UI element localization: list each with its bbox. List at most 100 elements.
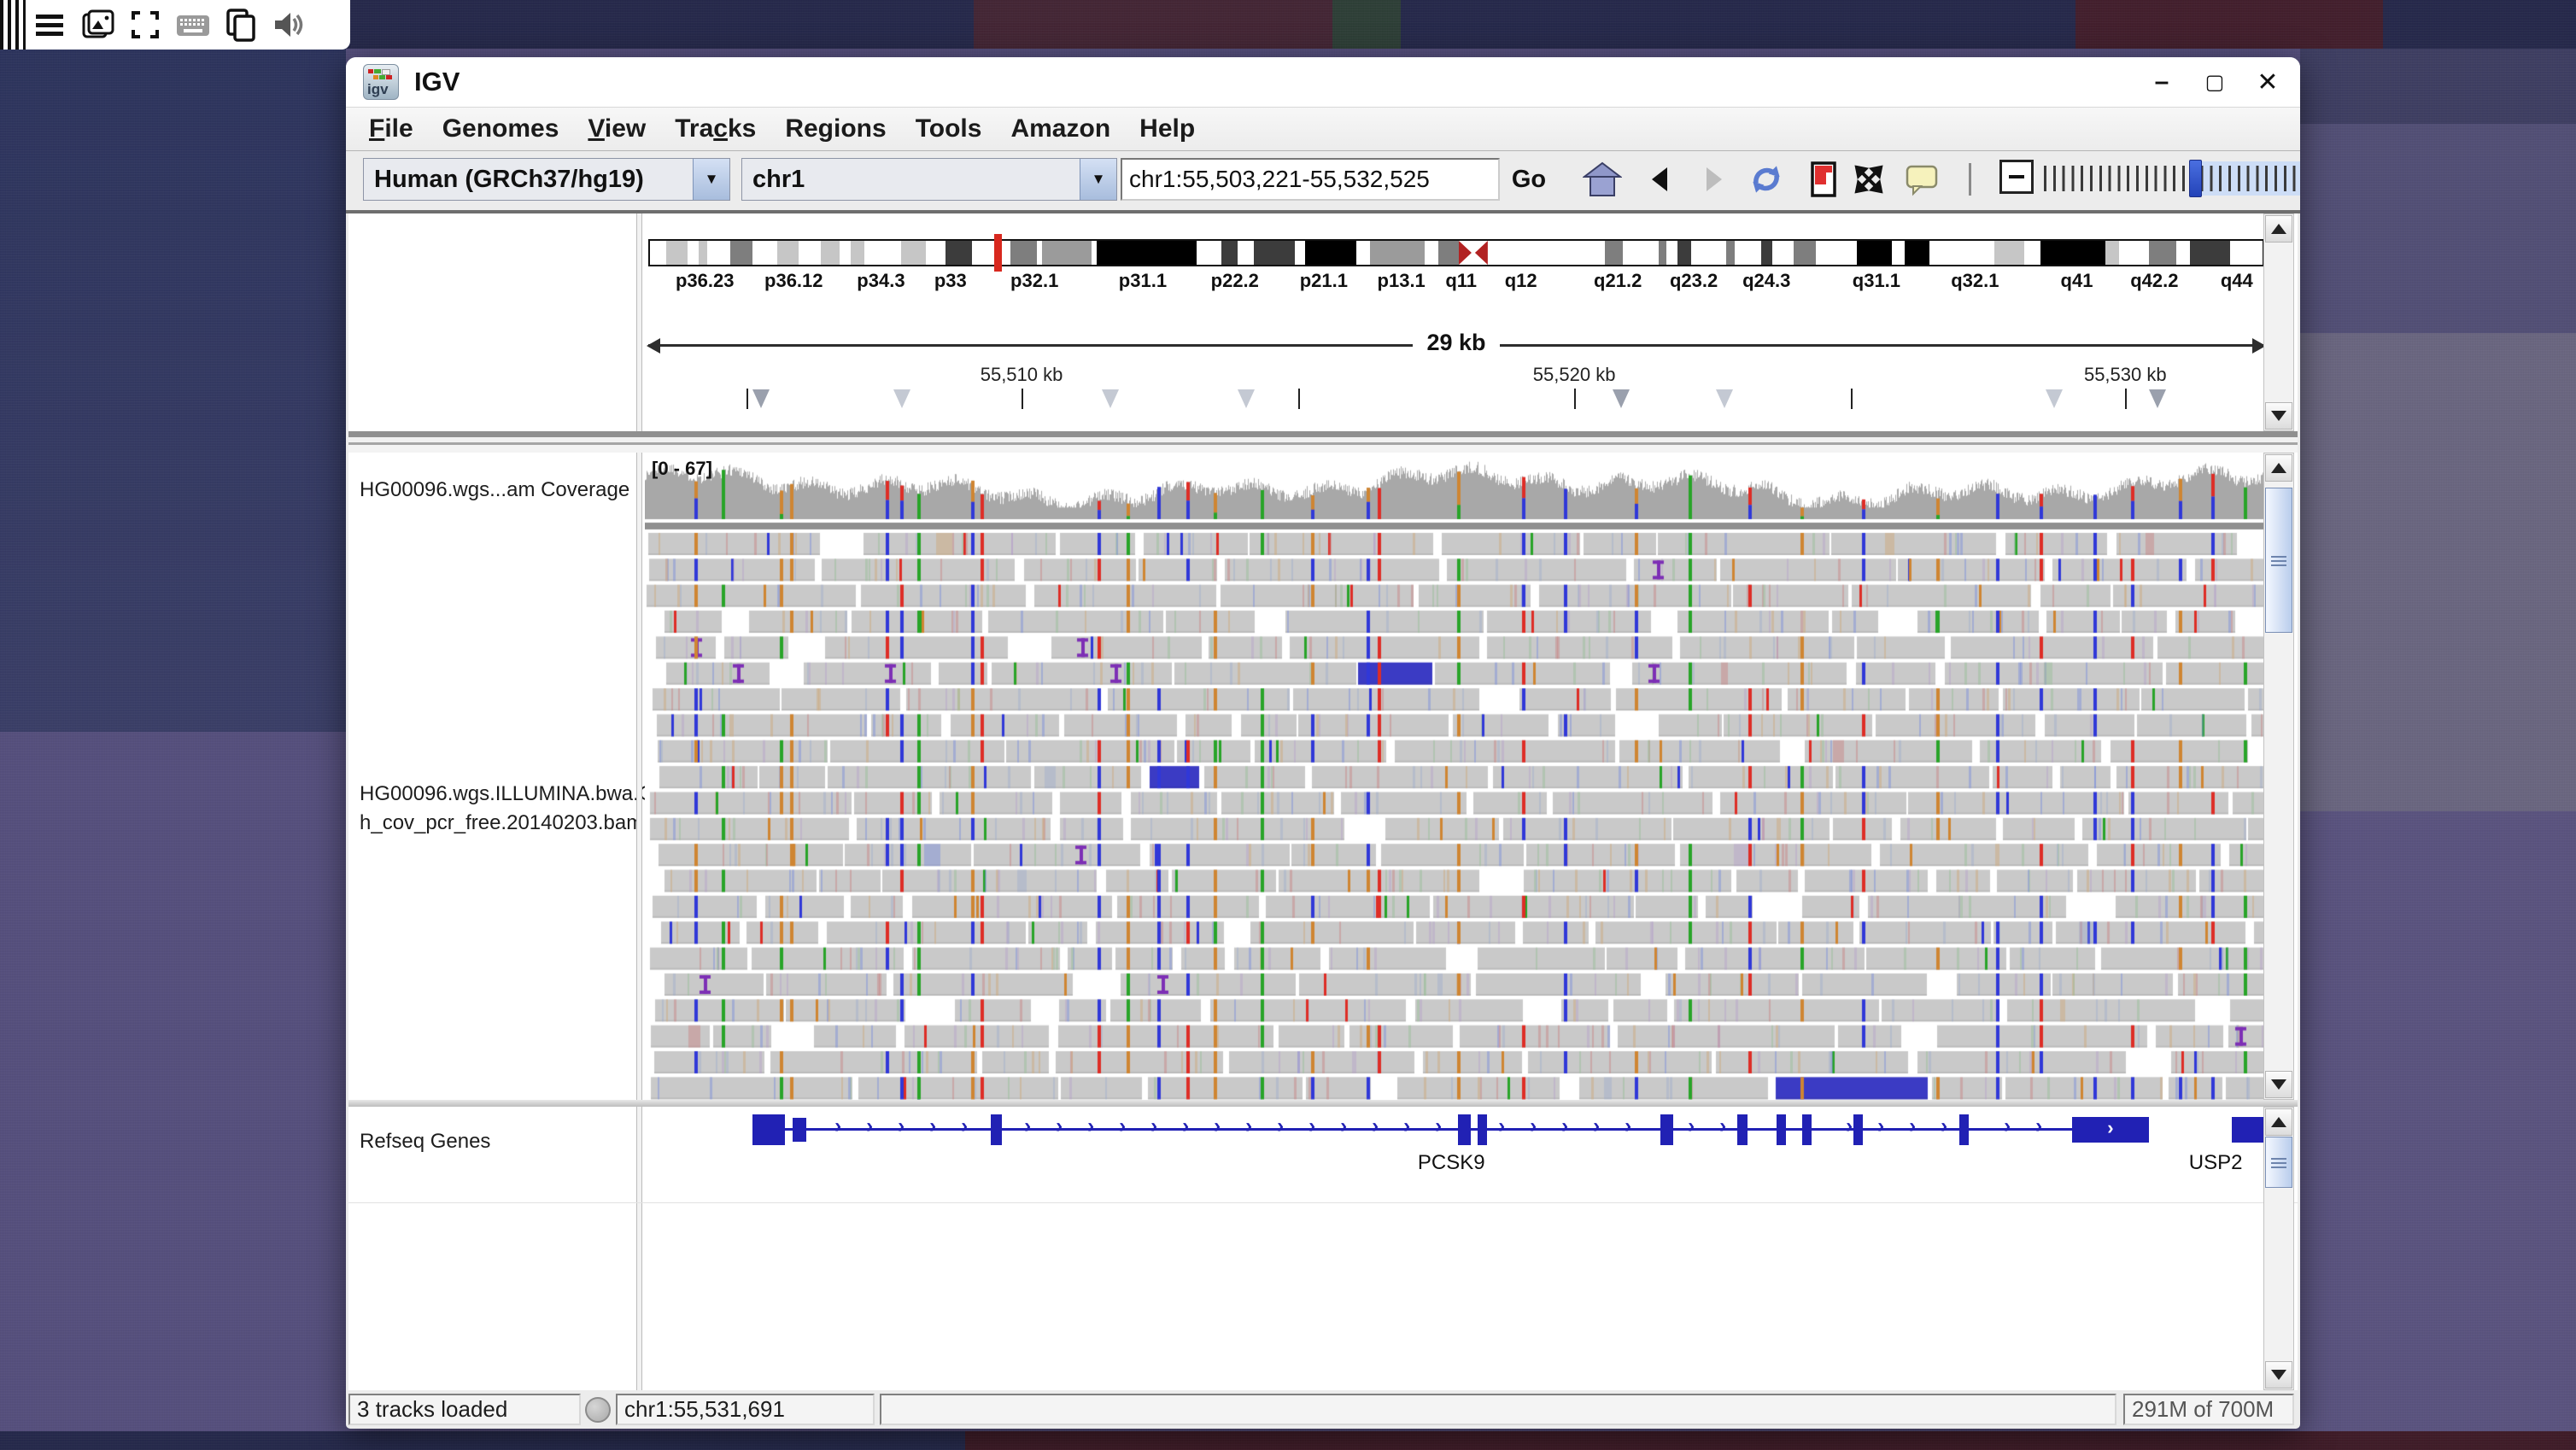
ideogram-panel: p36.23p36.12p34.3p33p32.1p31.1p22.2p21.1… bbox=[348, 213, 2298, 431]
panel-sash[interactable] bbox=[348, 431, 2298, 453]
gene-exon[interactable]: › bbox=[2072, 1117, 2149, 1143]
titlebar[interactable]: igv IGV – ▢ ✕ bbox=[346, 57, 2300, 108]
ruler-tick-label: 55,510 kb bbox=[981, 364, 1063, 386]
zoom-slider-thumb[interactable] bbox=[2189, 160, 2202, 197]
scroll-up-icon[interactable] bbox=[2265, 215, 2292, 243]
coverage-range-label: [0 - 67] bbox=[652, 458, 712, 480]
gene-exon[interactable] bbox=[1478, 1114, 1487, 1145]
alignment-data-canvas[interactable] bbox=[645, 458, 2264, 1100]
gene-exon[interactable] bbox=[1853, 1114, 1863, 1145]
zoom-out-icon[interactable] bbox=[1999, 160, 2034, 194]
gene-exon[interactable] bbox=[793, 1118, 806, 1142]
menu-item-file[interactable]: File bbox=[354, 114, 428, 143]
panel-sash[interactable] bbox=[348, 1100, 2298, 1107]
panel-divider[interactable] bbox=[636, 1107, 642, 1390]
menu-item-amazon[interactable]: Amazon bbox=[996, 114, 1125, 143]
ideogram-band bbox=[1438, 241, 1460, 265]
gene-exon[interactable] bbox=[1660, 1114, 1673, 1145]
ideogram-band bbox=[699, 241, 707, 265]
chevron-down-icon[interactable]: ▼ bbox=[1080, 159, 1116, 200]
home-icon[interactable] bbox=[1583, 160, 1622, 199]
menu-item-tracks[interactable]: Tracks bbox=[660, 114, 770, 143]
panel-divider[interactable] bbox=[636, 213, 642, 431]
fit-to-window-icon[interactable] bbox=[1849, 160, 1888, 199]
menu-item-genomes[interactable]: Genomes bbox=[428, 114, 574, 143]
strand-arrow-icon: › bbox=[2107, 1117, 2113, 1139]
keyboard-icon[interactable] bbox=[169, 6, 217, 44]
fullscreen-icon[interactable] bbox=[121, 6, 169, 44]
close-button[interactable]: ✕ bbox=[2252, 67, 2283, 97]
alignment-scrollbar[interactable] bbox=[2263, 453, 2294, 1100]
ideogram-band bbox=[1761, 241, 1772, 265]
gene-exon[interactable] bbox=[1737, 1114, 1748, 1145]
alignment-track-label-line2[interactable]: h_cov_pcr_free.20140203.bam bbox=[360, 811, 643, 835]
ideogram-band bbox=[840, 241, 851, 265]
gene-exon[interactable] bbox=[2232, 1117, 2264, 1143]
strand-arrow-icon: › bbox=[1245, 1114, 1252, 1138]
menu-item-tools[interactable]: Tools bbox=[901, 114, 997, 143]
scroll-down-icon[interactable] bbox=[2265, 1361, 2292, 1389]
ideogram-band-label: q11 bbox=[1445, 270, 1477, 292]
genome-select[interactable]: Human (GRCh37/hg19) ▼ bbox=[363, 158, 730, 201]
ideogram-band-label: q32.1 bbox=[1951, 270, 1999, 292]
screens-icon[interactable] bbox=[73, 6, 121, 44]
gene-exon[interactable] bbox=[1802, 1114, 1812, 1145]
zoom-slider[interactable] bbox=[2044, 166, 2300, 191]
strand-arrow-icon: › bbox=[1182, 1114, 1189, 1138]
ruler-marker-icon bbox=[893, 389, 910, 408]
menu-item-help[interactable]: Help bbox=[1125, 114, 1209, 143]
menu-item-view[interactable]: View bbox=[573, 114, 660, 143]
gene-exon[interactable] bbox=[1959, 1114, 1969, 1145]
gene-exon[interactable] bbox=[991, 1114, 1002, 1145]
speaker-icon[interactable] bbox=[265, 6, 313, 44]
refresh-icon[interactable] bbox=[1747, 160, 1786, 199]
scroll-up-icon[interactable] bbox=[2265, 1108, 2292, 1136]
copy-icon[interactable] bbox=[217, 6, 265, 44]
gene-exon[interactable] bbox=[1458, 1114, 1471, 1145]
ideogram-band bbox=[1605, 241, 1624, 265]
forward-icon[interactable] bbox=[1694, 160, 1733, 199]
scroll-down-icon[interactable] bbox=[2265, 402, 2292, 430]
alignment-track-label-line1[interactable]: HG00096.wgs.ILLUMINA.bwa.G bbox=[360, 782, 654, 806]
strand-arrow-icon: › bbox=[1498, 1114, 1505, 1138]
ideogram-band bbox=[730, 241, 752, 265]
ruler-marker-icon bbox=[1238, 389, 1255, 408]
chromosome-select[interactable]: chr1 ▼ bbox=[741, 158, 1117, 201]
ideogram-band-label: q41 bbox=[2061, 270, 2093, 292]
menu-item-regions[interactable]: Regions bbox=[770, 114, 900, 143]
ideogram-band bbox=[1370, 241, 1425, 265]
strand-arrow-icon: › bbox=[1372, 1114, 1379, 1138]
scrollbar-thumb[interactable] bbox=[2265, 1137, 2292, 1188]
message-status bbox=[880, 1394, 2116, 1425]
scroll-up-icon[interactable] bbox=[2265, 454, 2292, 482]
scroll-down-icon[interactable] bbox=[2265, 1071, 2292, 1098]
ideogram-scrollbar[interactable] bbox=[2263, 213, 2294, 431]
ideogram-band bbox=[1735, 241, 1762, 265]
maximize-button[interactable]: ▢ bbox=[2199, 67, 2230, 97]
panel-divider[interactable] bbox=[636, 453, 642, 1100]
gene-exon[interactable] bbox=[752, 1114, 785, 1145]
drag-grip[interactable] bbox=[0, 0, 26, 50]
ideogram-band bbox=[972, 241, 1010, 265]
ideogram-band bbox=[707, 241, 731, 265]
scrollbar-thumb[interactable] bbox=[2265, 488, 2292, 633]
gene-exon[interactable] bbox=[1777, 1114, 1786, 1145]
menu-icon[interactable] bbox=[26, 6, 73, 44]
go-button[interactable]: Go bbox=[1505, 158, 1553, 201]
gene-track[interactable]: ›››››››››››››››››››››››››››››››››PCSK9US… bbox=[645, 1107, 2264, 1201]
tooltip-bubble-icon[interactable] bbox=[1902, 160, 1941, 199]
strand-arrow-icon: › bbox=[1056, 1114, 1063, 1138]
minimize-button[interactable]: – bbox=[2146, 67, 2177, 97]
strand-arrow-icon: › bbox=[1340, 1114, 1347, 1138]
locus-input[interactable] bbox=[1121, 158, 1500, 201]
ideogram-band bbox=[1254, 241, 1295, 265]
chevron-down-icon[interactable]: ▼ bbox=[693, 159, 729, 200]
refseq-scrollbar[interactable] bbox=[2263, 1107, 2294, 1390]
ideogram-band bbox=[901, 241, 926, 265]
coverage-track-label[interactable]: HG00096.wgs...am Coverage bbox=[360, 478, 629, 502]
back-icon[interactable] bbox=[1641, 160, 1680, 199]
chromosome-ideogram[interactable] bbox=[648, 239, 2264, 266]
region-tool-icon[interactable] bbox=[1805, 160, 1844, 199]
menubar: FileGenomesViewTracksRegionsToolsAmazonH… bbox=[346, 108, 2300, 151]
refseq-track-label[interactable]: Refseq Genes bbox=[360, 1130, 490, 1154]
